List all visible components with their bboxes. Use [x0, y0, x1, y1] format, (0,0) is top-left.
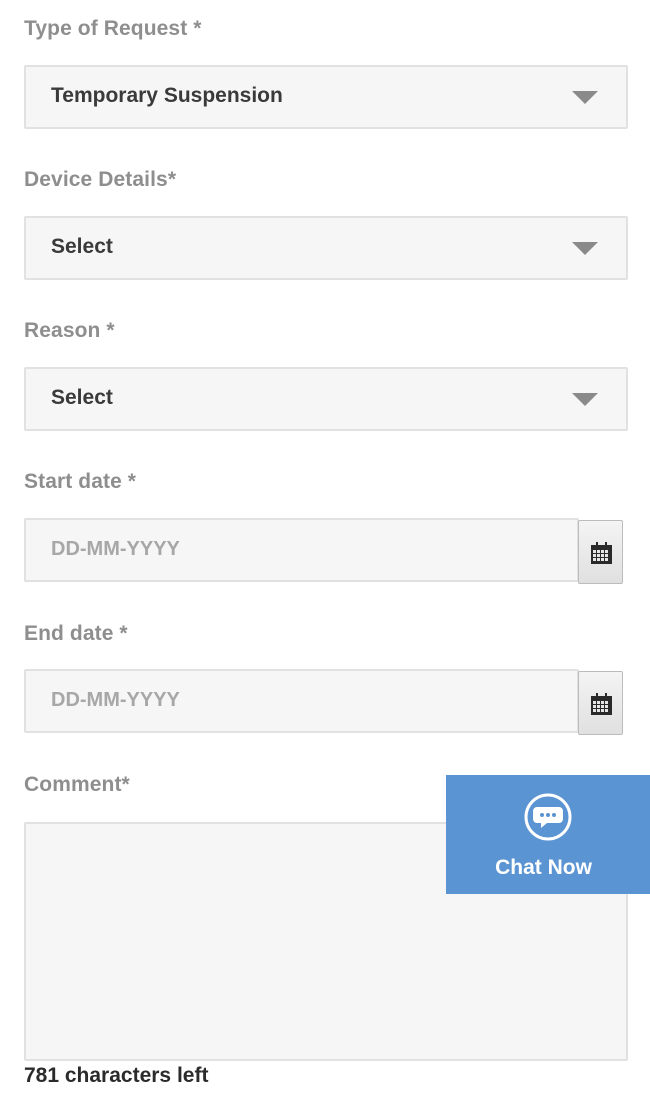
end-date-calendar-button[interactable] — [578, 671, 623, 735]
end-date-label: End date * — [24, 622, 128, 645]
request-type-value: Temporary Suspension — [51, 84, 283, 107]
calendar-icon — [591, 693, 612, 715]
reason-select[interactable]: Select — [24, 367, 628, 431]
end-date-input[interactable]: DD-MM-YYYY — [24, 669, 579, 733]
reason-value: Select — [51, 386, 113, 409]
calendar-icon — [591, 542, 612, 564]
chevron-down-icon — [572, 91, 598, 104]
chat-bubble-icon — [524, 793, 572, 841]
chevron-down-icon — [572, 242, 598, 255]
request-type-label: Type of Request * — [24, 17, 202, 40]
end-date-placeholder: DD-MM-YYYY — [51, 689, 180, 711]
device-details-value: Select — [51, 235, 113, 258]
start-date-calendar-button[interactable] — [578, 520, 623, 584]
chat-now-label: Chat Now — [495, 856, 592, 879]
start-date-placeholder: DD-MM-YYYY — [51, 538, 180, 560]
device-details-label: Device Details* — [24, 168, 177, 191]
device-details-select[interactable]: Select — [24, 216, 628, 280]
start-date-label: Start date * — [24, 470, 137, 493]
reason-label: Reason * — [24, 319, 115, 342]
request-type-select[interactable]: Temporary Suspension — [24, 65, 628, 129]
start-date-input[interactable]: DD-MM-YYYY — [24, 518, 579, 582]
characters-left-counter: 781 characters left — [24, 1064, 209, 1087]
request-form-page: Type of Request * Temporary Suspension D… — [0, 0, 650, 1112]
chat-now-button[interactable]: Chat Now — [446, 775, 650, 894]
chevron-down-icon — [572, 393, 598, 406]
comment-label: Comment* — [24, 773, 130, 796]
